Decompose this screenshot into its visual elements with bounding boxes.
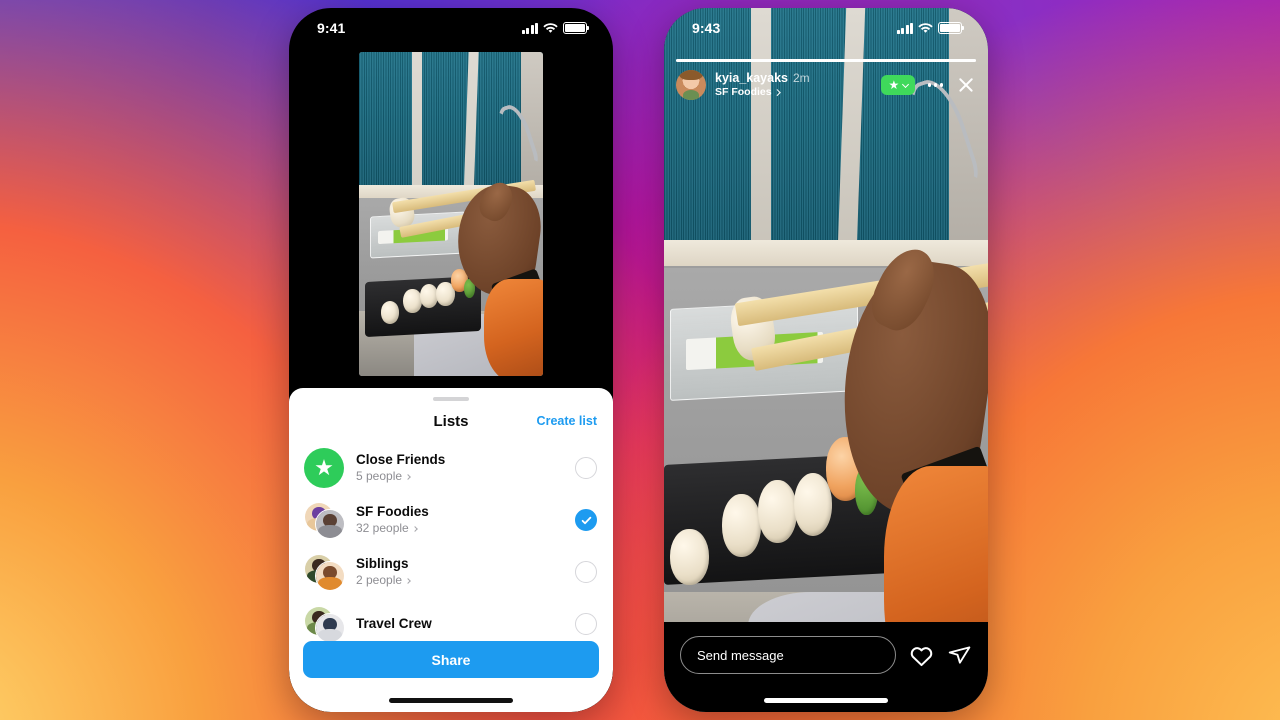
create-list-button[interactable]: Create list	[537, 414, 597, 428]
select-radio-sf-foodies[interactable]	[575, 509, 597, 531]
story-timestamp: 2m	[793, 71, 810, 86]
close-friends-avatar: ★	[304, 448, 344, 488]
avatar	[315, 561, 345, 591]
list-item-text: SF Foodies 32 people	[356, 503, 563, 536]
left-status-bar: 9:41	[289, 8, 613, 42]
select-radio-travel-crew[interactable]	[575, 613, 597, 635]
story-name-line: kyia_kayaks 2m	[715, 71, 872, 86]
avatar-stack	[304, 500, 345, 540]
avatar	[315, 509, 345, 539]
signal-bars-icon	[521, 22, 538, 34]
list-item-siblings[interactable]: Siblings 2 people	[289, 546, 613, 598]
send-icon[interactable]	[946, 636, 972, 674]
list-item-name: SF Foodies	[356, 504, 429, 520]
avatar-stack	[304, 604, 345, 644]
list-item-close-friends[interactable]: ★ Close Friends 5 people	[289, 442, 613, 494]
select-radio-siblings[interactable]	[575, 561, 597, 583]
lists-bottom-sheet: Lists Create list ★ Close Friends 5 peop…	[289, 388, 613, 712]
chevron-right-icon	[411, 525, 418, 532]
battery-icon	[938, 22, 965, 34]
left-phone-mockup: 9:41 Lists Create list ★ Close Friends 5…	[289, 8, 613, 712]
list-item-text: Close Friends 5 people	[356, 451, 563, 484]
heart-icon[interactable]	[908, 636, 934, 674]
list-item-count[interactable]: 32 people	[356, 521, 563, 537]
wifi-icon	[918, 22, 933, 33]
story-preview-photo	[359, 52, 543, 376]
right-status-bar: 9:43	[664, 8, 988, 42]
close-icon[interactable]	[956, 75, 976, 95]
home-indicator	[389, 698, 513, 703]
list-item-count[interactable]: 2 people	[356, 573, 563, 589]
avatar[interactable]	[676, 70, 706, 100]
battery-icon	[563, 22, 590, 34]
page-title: Lists	[433, 412, 469, 430]
story-header: kyia_kayaks 2m SF Foodies ★	[676, 70, 976, 100]
list-item-name: Siblings	[356, 556, 409, 572]
list-item-text: Travel Crew	[356, 615, 563, 633]
list-item-name: Close Friends	[356, 452, 446, 468]
status-indicators	[896, 22, 965, 34]
story-progress-fill	[676, 59, 976, 62]
status-indicators	[521, 22, 590, 34]
count-label: 2 people	[356, 572, 403, 587]
chevron-right-icon	[405, 577, 411, 584]
avatar	[315, 613, 345, 643]
list-item-name: Travel Crew	[356, 616, 432, 632]
lists-scroll-area[interactable]: ★ Close Friends 5 people SF Foodies 32 p…	[289, 442, 613, 650]
story-photo[interactable]	[664, 8, 988, 712]
select-radio-close-friends[interactable]	[575, 457, 597, 479]
chevron-down-icon	[902, 80, 910, 88]
check-icon	[581, 516, 591, 524]
sheet-header: Lists Create list	[289, 401, 613, 441]
status-time: 9:41	[317, 20, 346, 36]
status-time: 9:43	[692, 20, 721, 36]
home-indicator	[764, 698, 888, 703]
list-item-sf-foodies[interactable]: SF Foodies 32 people	[289, 494, 613, 546]
share-button[interactable]: Share	[303, 641, 599, 678]
message-input[interactable]: Send message	[680, 636, 896, 674]
count-label: 32 people	[356, 520, 409, 535]
wifi-icon	[543, 22, 558, 33]
left-phone-screen: 9:41 Lists Create list ★ Close Friends 5…	[289, 8, 613, 712]
story-username[interactable]: kyia_kayaks	[715, 71, 788, 86]
chevron-right-icon	[773, 89, 781, 96]
more-options-icon[interactable]	[924, 77, 947, 92]
story-list-label[interactable]: SF Foodies	[715, 86, 872, 98]
signal-bars-icon	[896, 22, 913, 34]
close-friends-badge[interactable]: ★	[881, 75, 916, 95]
star-icon: ★	[304, 448, 344, 488]
right-phone-screen: 9:43 kyia_kayaks 2m SF Foodies ★ Send me…	[664, 8, 988, 712]
count-label: 5 people	[356, 468, 403, 483]
chevron-right-icon	[405, 473, 411, 480]
story-progress-bar	[676, 59, 976, 62]
list-item-text: Siblings 2 people	[356, 555, 563, 588]
list-item-count[interactable]: 5 people	[356, 469, 563, 485]
story-meta: kyia_kayaks 2m SF Foodies	[715, 71, 872, 98]
right-phone-mockup: 9:43 kyia_kayaks 2m SF Foodies ★ Send me…	[664, 8, 988, 712]
background-gradient	[0, 0, 1280, 720]
list-name: SF Foodies	[715, 86, 772, 99]
star-icon: ★	[888, 78, 900, 92]
avatar-stack	[304, 552, 345, 592]
